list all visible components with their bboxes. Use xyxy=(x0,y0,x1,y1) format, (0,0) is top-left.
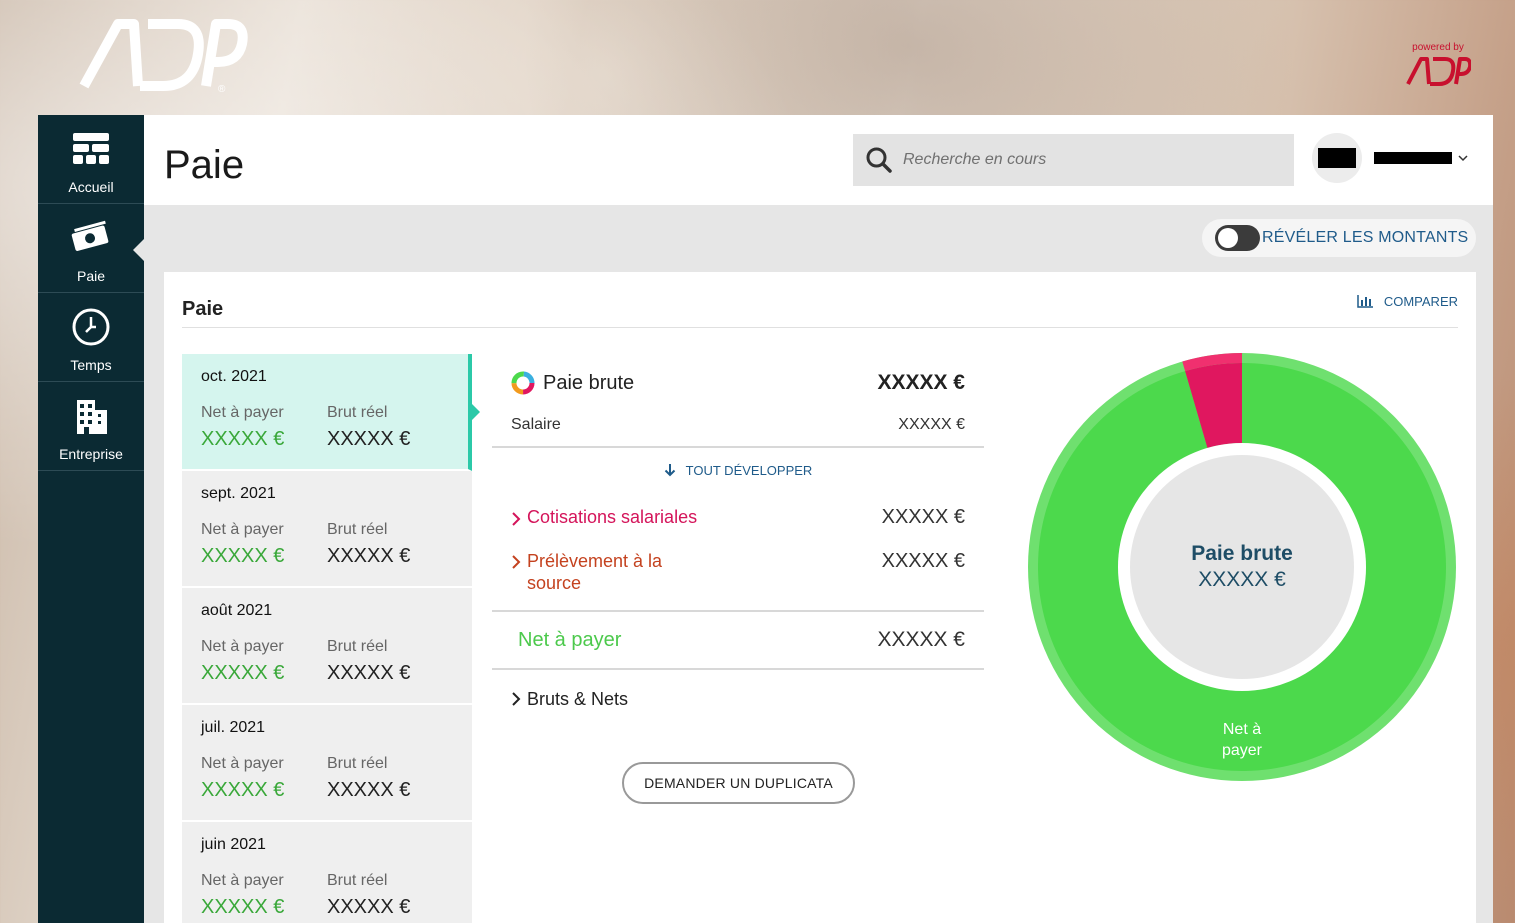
salaire-row: Salaire XXXXX € xyxy=(492,404,984,446)
month-item-aout-2021[interactable]: août 2021 Net à payer XXXXX € Brut réel … xyxy=(182,588,472,705)
pay-donut-chart: Paie brute XXXXX € Net à payer xyxy=(1026,351,1458,783)
cotisations-row[interactable]: Cotisations salariales XXXXX € xyxy=(492,492,984,542)
net-value: XXXXX € xyxy=(201,896,327,919)
sidebar-label-temps: Temps xyxy=(70,357,111,373)
arrow-down-icon xyxy=(664,463,676,477)
net-label: Net à payer xyxy=(201,755,327,773)
bruts-nets-row[interactable]: Bruts & Nets xyxy=(492,670,984,728)
bar-chart-icon xyxy=(1357,295,1374,308)
sidebar-label-paie: Paie xyxy=(77,268,105,284)
brut-value: XXXXX € xyxy=(327,896,453,919)
salaire-label: Salaire xyxy=(511,416,561,434)
chevron-down-icon[interactable] xyxy=(1458,153,1468,163)
compare-label: COMPARER xyxy=(1384,294,1458,309)
net-value: XXXXX € xyxy=(201,545,327,568)
month-item-sept-2021[interactable]: sept. 2021 Net à payer XXXXX € Brut réel… xyxy=(182,471,472,588)
net-a-payer-value: XXXXX € xyxy=(877,628,965,652)
month-name: juin 2021 xyxy=(201,836,472,854)
brut-value: XXXXX € xyxy=(327,428,453,451)
donut-svg xyxy=(1026,351,1458,783)
chevron-right-icon xyxy=(511,691,521,707)
user-menu[interactable] xyxy=(1312,133,1468,183)
home-grid-icon xyxy=(69,127,113,171)
brut-label: Brut réel xyxy=(327,404,453,422)
cotisations-label: Cotisations salariales xyxy=(527,507,697,528)
chevron-right-icon xyxy=(511,511,521,527)
month-name: oct. 2021 xyxy=(201,368,468,386)
sidebar-label-accueil: Accueil xyxy=(68,179,113,195)
compare-button[interactable]: COMPARER xyxy=(1357,294,1458,309)
brut-label: Brut réel xyxy=(327,755,453,773)
card-title: Paie xyxy=(182,298,223,321)
sidebar-item-accueil[interactable]: Accueil xyxy=(38,115,144,204)
request-duplicate-button[interactable]: DEMANDER UN DUPLICATA xyxy=(622,762,855,804)
net-value: XXXXX € xyxy=(201,779,327,802)
brut-value: XXXXX € xyxy=(327,779,453,802)
search-input[interactable] xyxy=(903,151,1263,169)
svg-text:®: ® xyxy=(218,84,226,94)
page-title: Paie xyxy=(164,143,244,188)
main-area: RÉVÉLER LES MONTANTS Paie COMPARER oct. … xyxy=(144,205,1493,923)
net-label: Net à payer xyxy=(201,872,327,890)
month-list: oct. 2021 Net à payer XXXXX € Brut réel … xyxy=(182,354,472,923)
money-icon xyxy=(69,216,113,260)
brut-value: XXXXX € xyxy=(327,662,453,685)
sidebar-item-paie[interactable]: Paie xyxy=(38,204,144,293)
month-item-oct-2021[interactable]: oct. 2021 Net à payer XXXXX € Brut réel … xyxy=(182,354,472,471)
brut-label: Brut réel xyxy=(327,638,453,656)
brut-value: XXXXX € xyxy=(327,545,453,568)
powered-by-text: powered by xyxy=(1403,42,1473,53)
prelevement-value: XXXXX € xyxy=(882,550,965,573)
month-name: août 2021 xyxy=(201,602,472,620)
search-box xyxy=(853,134,1294,186)
adp-logo: ® xyxy=(78,14,248,94)
sidebar-item-entreprise[interactable]: Entreprise xyxy=(38,382,144,471)
net-value: XXXXX € xyxy=(201,662,327,685)
net-label: Net à payer xyxy=(201,404,327,422)
search-icon[interactable] xyxy=(865,146,893,174)
paie-brute-row: Paie brute XXXXX € xyxy=(492,354,984,404)
net-label: Net à payer xyxy=(201,638,327,656)
sidebar: Accueil Paie Temps xyxy=(38,115,144,923)
adp-small-logo xyxy=(1405,55,1471,87)
cotisations-value: XXXXX € xyxy=(882,506,965,529)
multicolor-ring-icon xyxy=(511,371,535,395)
salaire-value: XXXXX € xyxy=(898,416,965,434)
net-a-payer-row: Net à payer XXXXX € xyxy=(492,612,984,668)
expand-all-label: TOUT DÉVELOPPER xyxy=(686,463,813,478)
brut-label: Brut réel xyxy=(327,521,453,539)
powered-by-adp: powered by xyxy=(1403,42,1473,92)
avatar-redacted xyxy=(1318,148,1356,168)
net-value: XXXXX € xyxy=(201,428,327,451)
reveal-amounts-toggle[interactable]: RÉVÉLER LES MONTANTS xyxy=(1202,219,1476,257)
prelevement-row[interactable]: Prélèvement à la source XXXXX € xyxy=(492,542,984,610)
month-name: juil. 2021 xyxy=(201,719,472,737)
toggle-switch[interactable] xyxy=(1215,225,1260,251)
sidebar-item-temps[interactable]: Temps xyxy=(38,293,144,382)
prelevement-label-line2: source xyxy=(527,573,581,593)
donut-center-circle xyxy=(1130,455,1354,679)
building-icon xyxy=(69,394,113,438)
chevron-right-icon xyxy=(511,554,521,570)
net-label: Net à payer xyxy=(201,521,327,539)
bruts-nets-label: Bruts & Nets xyxy=(527,689,628,710)
card-divider xyxy=(182,327,1458,328)
expand-all-button[interactable]: TOUT DÉVELOPPER xyxy=(492,448,984,492)
month-item-juin-2021[interactable]: juin 2021 Net à payer XXXXX € Brut réel … xyxy=(182,822,472,923)
brut-label: Brut réel xyxy=(327,872,453,890)
clock-icon xyxy=(69,305,113,349)
paie-brute-label: Paie brute xyxy=(543,372,634,395)
page-header: Paie xyxy=(144,115,1493,205)
month-item-juil-2021[interactable]: juil. 2021 Net à payer XXXXX € Brut réel… xyxy=(182,705,472,822)
reveal-amounts-label: RÉVÉLER LES MONTANTS xyxy=(1262,229,1468,247)
sidebar-label-entreprise: Entreprise xyxy=(59,446,123,462)
avatar[interactable] xyxy=(1312,133,1362,183)
payroll-card: Paie COMPARER oct. 2021 Net à payer XXXX… xyxy=(164,272,1476,923)
user-name-redacted xyxy=(1374,152,1452,164)
prelevement-label-line1: Prélèvement à la xyxy=(527,551,662,571)
month-name: sept. 2021 xyxy=(201,485,472,503)
net-a-payer-label: Net à payer xyxy=(511,629,621,652)
payslip-details: Paie brute XXXXX € Salaire XXXXX € TOUT … xyxy=(492,354,984,728)
paie-brute-value: XXXXX € xyxy=(877,371,965,395)
